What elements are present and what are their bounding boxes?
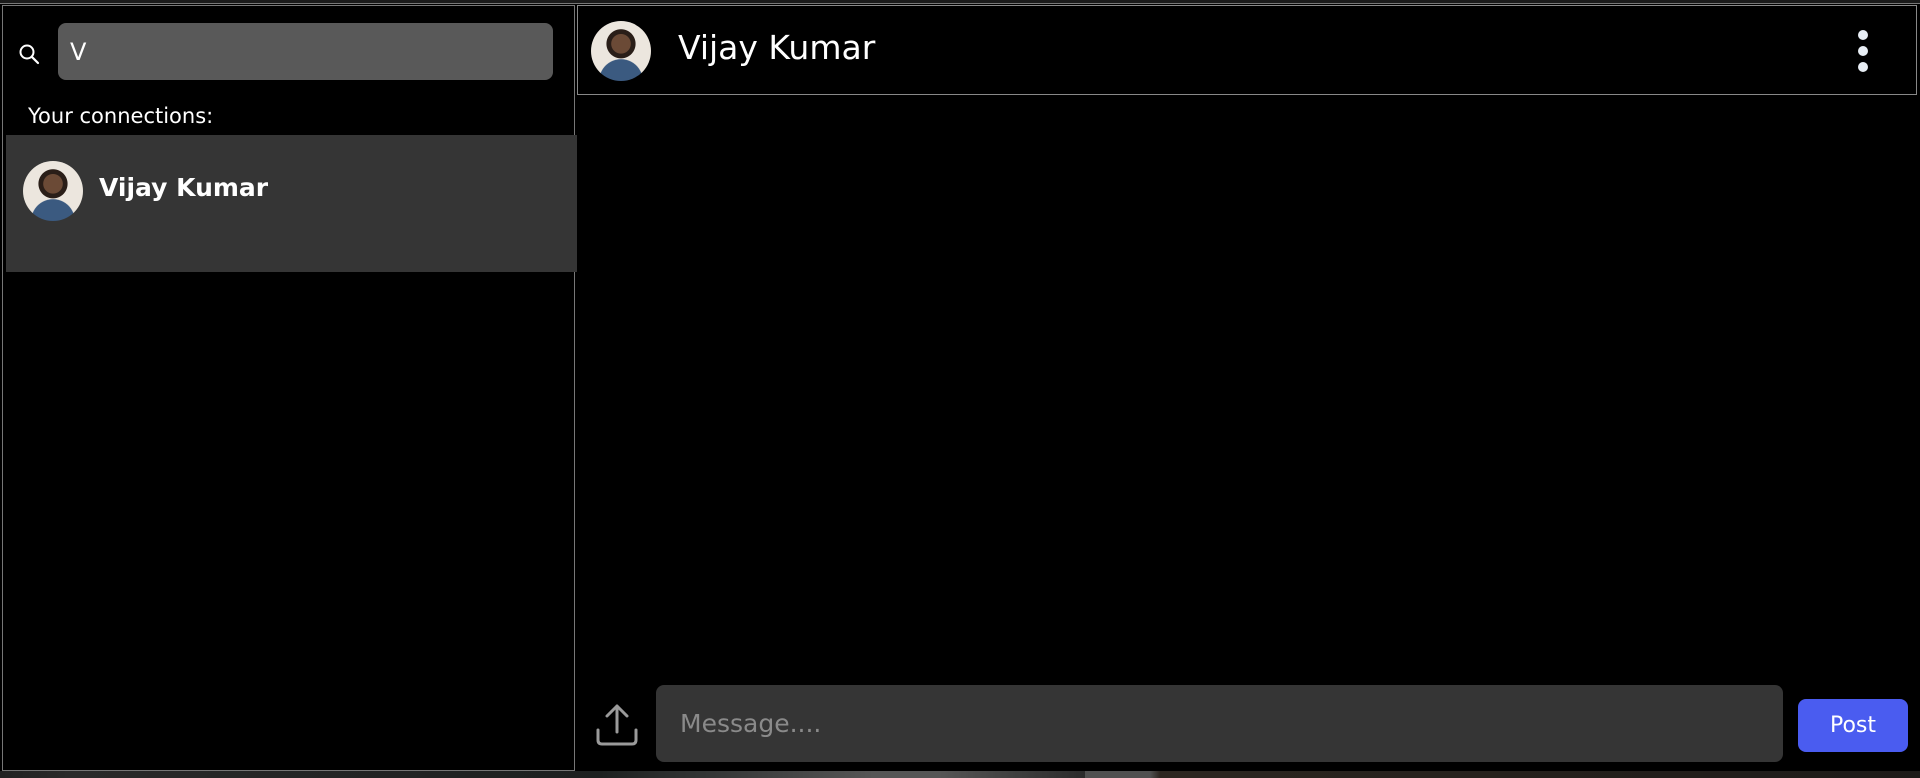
search-input[interactable] — [58, 23, 553, 80]
connections-label: Your connections: — [28, 104, 214, 128]
search-icon — [19, 44, 40, 65]
upload-icon[interactable] — [593, 700, 641, 748]
chat-contact-name: Vijay Kumar — [678, 28, 876, 67]
connection-name: Vijay Kumar — [99, 173, 269, 202]
connections-sidebar: Your connections: Vijay Kumar — [2, 5, 577, 771]
chat-header: Vijay Kumar — [577, 5, 1917, 95]
window-top-border — [0, 0, 1920, 4]
avatar — [23, 161, 83, 221]
post-button[interactable]: Post — [1798, 699, 1908, 752]
kebab-menu-icon[interactable] — [1855, 30, 1871, 74]
taskbar-strip — [0, 771, 1920, 778]
avatar[interactable] — [591, 21, 651, 81]
message-input[interactable] — [656, 685, 1783, 762]
connection-item[interactable]: Vijay Kumar — [6, 135, 577, 272]
